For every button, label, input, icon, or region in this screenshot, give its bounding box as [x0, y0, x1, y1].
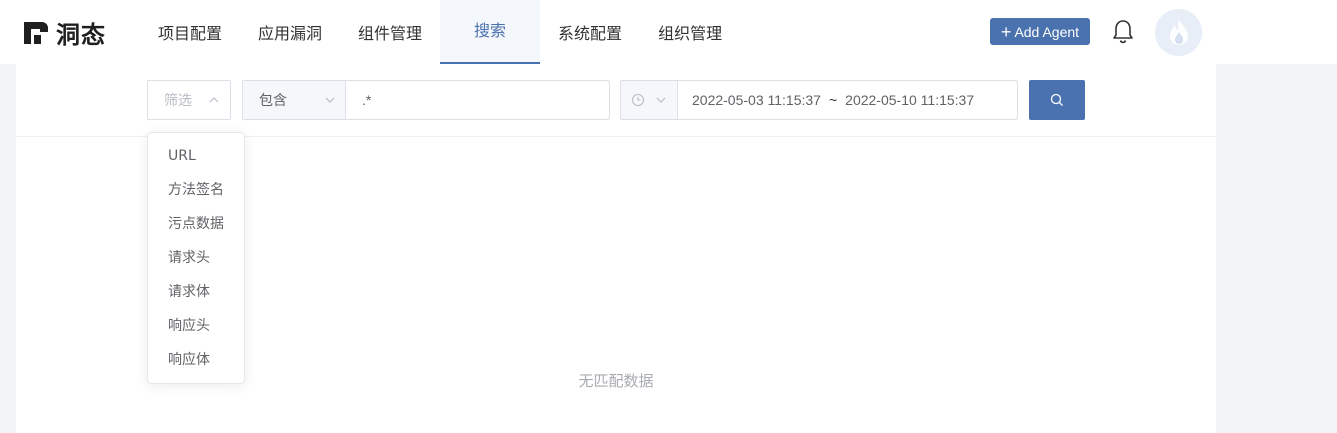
add-agent-label: Add Agent	[1014, 23, 1080, 40]
filter-option-request-body[interactable]: 请求体	[148, 275, 244, 309]
flame-icon	[1169, 18, 1188, 45]
nav-item-search[interactable]: 搜索	[440, 0, 541, 64]
date-range-start: 2022-05-03 11:15:37	[692, 92, 821, 108]
filter-option-taint-data[interactable]: 污点数据	[148, 207, 244, 241]
filter-select-placeholder: 筛选	[164, 93, 192, 109]
filter-option-response-body[interactable]: 响应体	[148, 343, 244, 377]
time-range-select[interactable]	[620, 80, 678, 120]
filter-dropdown-menu: URL 方法签名 污点数据 请求头 请求体 响应头 响应体	[147, 132, 245, 384]
nav-item-app-vulnerabilities[interactable]: 应用漏洞	[240, 0, 340, 64]
bell-icon[interactable]	[1111, 19, 1135, 45]
keyword-input[interactable]	[345, 80, 610, 120]
top-navigation-bar: 洞态 项目配置 应用漏洞 组件管理 搜索 系统配置 组织管理 + Add Age…	[0, 0, 1337, 64]
filter-option-request-header[interactable]: 请求头	[148, 241, 244, 275]
chevron-down-icon	[656, 97, 666, 103]
chevron-down-icon	[325, 97, 335, 103]
date-range-separator: ~	[828, 92, 838, 108]
logo-mark-icon	[24, 22, 48, 44]
search-button[interactable]	[1029, 80, 1085, 120]
logo[interactable]: 洞态	[22, 16, 106, 49]
main-nav: 项目配置 应用漏洞 组件管理 搜索 系统配置 组织管理	[140, 0, 740, 64]
plus-icon: +	[1000, 21, 1012, 42]
date-range-end: 2022-05-10 11:15:37	[845, 92, 975, 108]
nav-item-component-management[interactable]: 组件管理	[340, 0, 440, 64]
logo-text: 洞态	[56, 20, 106, 49]
filter-option-response-header[interactable]: 响应头	[148, 309, 244, 343]
operator-select-value: 包含	[259, 93, 287, 109]
add-agent-button[interactable]: + Add Agent	[990, 18, 1090, 45]
date-range-picker[interactable]: 2022-05-03 11:15:37 ~ 2022-05-10 11:15:3…	[677, 80, 1018, 120]
nav-item-system-config[interactable]: 系统配置	[540, 0, 640, 64]
chevron-up-icon	[209, 97, 219, 103]
filter-option-method-signature[interactable]: 方法签名	[148, 173, 244, 207]
avatar[interactable]	[1155, 9, 1202, 56]
filter-select[interactable]: 筛选	[147, 80, 231, 120]
operator-select[interactable]: 包含	[242, 80, 346, 120]
clock-icon	[631, 93, 645, 107]
filter-option-url[interactable]: URL	[148, 139, 244, 173]
search-icon	[1050, 93, 1063, 106]
nav-item-org-management[interactable]: 组织管理	[640, 0, 740, 64]
nav-item-project-config[interactable]: 项目配置	[140, 0, 240, 64]
